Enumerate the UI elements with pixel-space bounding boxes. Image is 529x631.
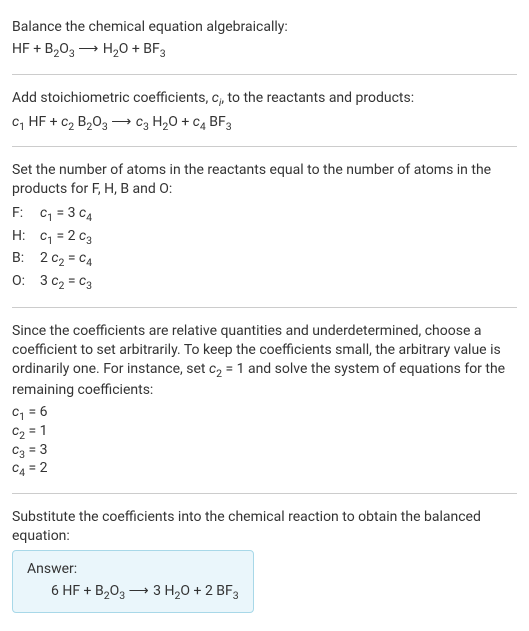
add-coeffs-section: Add stoichiometric coefficients, ci, to …	[12, 79, 517, 143]
table-row: O: 3 c2 = c3	[12, 271, 517, 294]
answer-equation: 6 HF + B2O3 ⟶ 3 H2O + 2 BF3	[27, 583, 239, 602]
add-coeffs-equation: c1 HF + c2 B2O3 ⟶ c3 H2O + c4 BF3	[12, 114, 517, 133]
table-row: H: c1 = 2 c3	[12, 226, 517, 249]
answer-label: Answer:	[27, 561, 239, 577]
element-label: F:	[12, 203, 40, 226]
solve-section: Since the coefficients are relative quan…	[12, 312, 517, 489]
element-label: O:	[12, 271, 40, 294]
set-atoms-section: Set the number of atoms in the reactants…	[12, 151, 517, 303]
intro-text: Balance the chemical equation algebraica…	[12, 18, 517, 37]
intro-equation: HF + B2O3 ⟶ H2O + BF3	[12, 41, 517, 60]
solve-line: c1 = 6	[12, 404, 517, 423]
intro-section: Balance the chemical equation algebraica…	[12, 8, 517, 70]
element-equation: 3 c2 = c3	[40, 271, 92, 294]
element-equation: c1 = 2 c3	[40, 226, 92, 249]
element-label: H:	[12, 226, 40, 249]
set-atoms-text: Set the number of atoms in the reactants…	[12, 161, 517, 199]
divider	[12, 493, 517, 494]
substitute-text: Substitute the coefficients into the che…	[12, 508, 517, 546]
divider	[12, 307, 517, 308]
solve-text: Since the coefficients are relative quan…	[12, 322, 517, 400]
table-row: F: c1 = 3 c4	[12, 203, 517, 226]
element-equation: 2 c2 = c4	[40, 248, 92, 271]
atom-table: F: c1 = 3 c4 H: c1 = 2 c3 B: 2 c2 = c4 O…	[12, 203, 517, 293]
solve-line: c3 = 3	[12, 442, 517, 461]
add-coeffs-text: Add stoichiometric coefficients, ci, to …	[12, 89, 517, 110]
answer-box: Answer: 6 HF + B2O3 ⟶ 3 H2O + 2 BF3	[12, 550, 254, 613]
element-equation: c1 = 3 c4	[40, 203, 92, 226]
element-label: B:	[12, 248, 40, 271]
solve-line: c4 = 2	[12, 460, 517, 479]
solve-line: c2 = 1	[12, 423, 517, 442]
table-row: B: 2 c2 = c4	[12, 248, 517, 271]
substitute-section: Substitute the coefficients into the che…	[12, 498, 517, 623]
divider	[12, 74, 517, 75]
divider	[12, 146, 517, 147]
